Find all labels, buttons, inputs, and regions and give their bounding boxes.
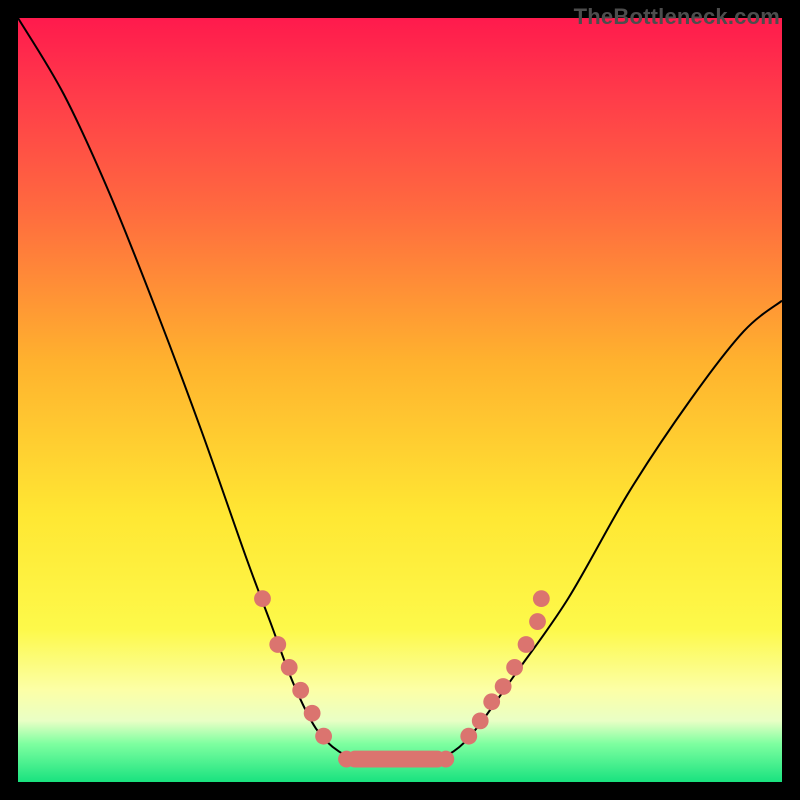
chart-frame: TheBottleneck.com bbox=[0, 0, 800, 800]
markers-left bbox=[254, 590, 332, 744]
markers-right bbox=[460, 590, 549, 744]
curve-svg bbox=[18, 18, 782, 782]
plot-area bbox=[15, 15, 785, 785]
bottleneck-curve-line bbox=[18, 18, 782, 760]
plateau-markers bbox=[338, 751, 454, 768]
brand-watermark: TheBottleneck.com bbox=[574, 4, 780, 30]
